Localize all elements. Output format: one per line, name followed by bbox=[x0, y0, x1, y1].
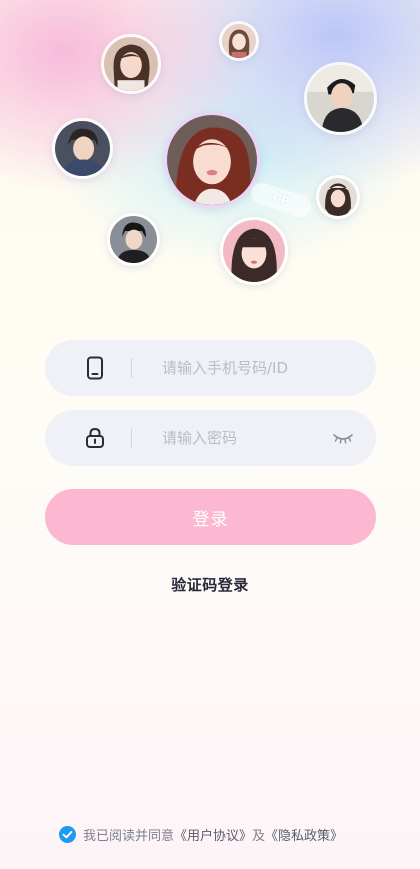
phone-input[interactable] bbox=[162, 340, 332, 396]
password-field[interactable] bbox=[45, 410, 376, 466]
user-agreement-link[interactable]: 《用户协议》 bbox=[174, 825, 252, 844]
avatar-7 bbox=[107, 213, 160, 266]
avatar-1 bbox=[101, 34, 161, 94]
cp-badge: CP bbox=[248, 179, 314, 221]
password-divider bbox=[131, 428, 132, 448]
avatar-5 bbox=[164, 112, 260, 208]
eye-closed-icon[interactable] bbox=[332, 430, 354, 446]
privacy-policy-link[interactable]: 《隐私政策》 bbox=[265, 825, 343, 844]
avatar-4 bbox=[52, 118, 113, 179]
avatar-3 bbox=[304, 62, 377, 135]
agreement-connector: 及 bbox=[252, 828, 266, 844]
sms-login-link[interactable]: 验证码登录 bbox=[0, 574, 420, 595]
phone-divider bbox=[131, 358, 132, 378]
phone-field[interactable] bbox=[45, 340, 376, 396]
login-button[interactable]: 登录 bbox=[45, 489, 376, 545]
phone-icon bbox=[87, 356, 103, 380]
lock-icon bbox=[86, 427, 104, 448]
password-input[interactable] bbox=[162, 410, 332, 466]
avatar-bubbles: CP bbox=[0, 0, 420, 300]
avatar-2 bbox=[219, 21, 259, 61]
checkbox-checked-icon[interactable] bbox=[59, 825, 76, 843]
agreement-prefix: 我已阅读并同意 bbox=[83, 828, 175, 844]
avatar-6 bbox=[316, 175, 360, 219]
agreement-row: 我已阅读并同意 《用户协议》 及 《隐私政策》 bbox=[59, 824, 343, 844]
avatar-8 bbox=[220, 217, 288, 285]
